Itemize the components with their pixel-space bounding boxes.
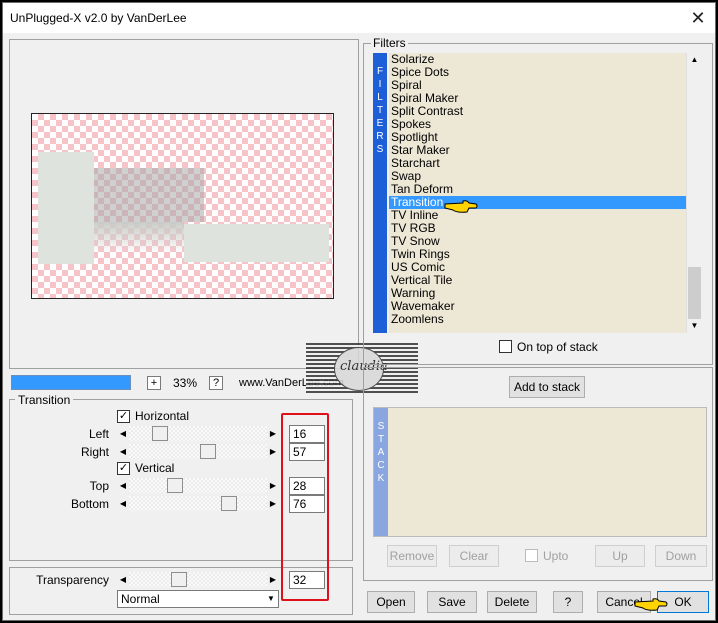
down-button[interactable]: Down [655,545,707,567]
bottom-slider-decrease-icon[interactable]: ◀ [117,496,129,511]
add-to-stack-button[interactable]: Add to stack [509,376,585,398]
transparency-slider[interactable]: ◀ ▶ [117,572,279,587]
stack-list[interactable] [373,407,707,537]
clear-button[interactable]: Clear [449,545,499,567]
right-label: Right [80,445,109,459]
filters-letter: R [376,131,384,142]
top-slider-increase-icon[interactable]: ▶ [267,478,279,493]
upto-label: Upto [543,549,569,563]
pointing-hand-icon [444,200,478,213]
transparency-slider-increase-icon[interactable]: ▶ [267,572,279,587]
plugin-window: UnPlugged-X v2.0 by VanDerLee ✕ + 33% ? … [2,2,716,621]
filters-scrollbar[interactable]: ▲ ▼ [686,53,702,333]
top-slider-track[interactable] [129,478,267,493]
left-slider[interactable]: ◀ ▶ [117,426,279,441]
zoom-level: 33% [173,376,198,390]
bottom-slider-thumb[interactable] [221,496,237,511]
horizontal-checkbox[interactable]: ✓ [117,410,130,423]
top-slider-thumb[interactable] [167,478,183,493]
filters-letter: S [376,144,384,155]
left-label: Left [88,427,109,441]
filters-letter: L [377,92,383,103]
left-slider-thumb[interactable] [152,426,168,441]
filter-item[interactable]: Zoomlens [389,313,686,326]
filters-letter: F [376,66,384,77]
filters-list[interactable]: Solarize Spice Dots Spiral Spiral Maker … [389,53,686,333]
bottom-label: Bottom [70,497,109,511]
preview-shadow-block [94,168,204,222]
bottom-slider-track[interactable] [129,496,267,511]
transparency-label: Transparency [36,573,109,587]
filter-item[interactable]: Starchart [389,157,686,170]
right-slider-track[interactable] [129,444,267,459]
on-top-of-stack-checkbox[interactable] [499,340,512,353]
scroll-up-icon[interactable]: ▲ [687,53,702,67]
window-title: UnPlugged-X v2.0 by VanDerLee [10,11,187,25]
stack-letter: K [377,473,385,484]
delete-button[interactable]: Delete [487,591,537,613]
preview-fade-block [94,222,184,252]
pointing-hand-icon [634,598,668,611]
stack-letter: C [377,460,385,471]
filters-scroll-thumb[interactable] [688,267,701,319]
stack-side-bar: S T A C K [374,408,388,536]
top-slider[interactable]: ◀ ▶ [117,478,279,493]
open-button[interactable]: Open [367,591,415,613]
preview-right-block [184,224,329,262]
right-slider-thumb[interactable] [200,444,216,459]
horizontal-label: Horizontal [135,409,190,423]
stack-letter: A [377,447,385,458]
top-label: Top [89,479,109,493]
bottom-slider[interactable]: ◀ ▶ [117,496,279,511]
bottom-slider-increase-icon[interactable]: ▶ [267,496,279,511]
blend-mode-select[interactable]: Normal ▼ [117,590,279,608]
chevron-down-icon[interactable]: ▼ [264,591,278,607]
filters-group-label: Filters [371,36,408,50]
on-top-of-stack-label: On top of stack [517,340,598,354]
right-slider-increase-icon[interactable]: ▶ [267,444,279,459]
left-slider-track[interactable] [129,426,267,441]
remove-button[interactable]: Remove [387,545,437,567]
vertical-label: Vertical [135,461,175,475]
help-button[interactable]: ? [553,591,583,613]
transparency-slider-track[interactable] [129,572,267,587]
stack-letter: T [377,434,385,445]
right-slider[interactable]: ◀ ▶ [117,444,279,459]
save-button[interactable]: Save [427,591,477,613]
zoom-in-button[interactable]: + [147,376,161,390]
left-slider-decrease-icon[interactable]: ◀ [117,426,129,441]
top-slider-decrease-icon[interactable]: ◀ [117,478,129,493]
up-button[interactable]: Up [595,545,645,567]
zoom-out-button[interactable]: ? [209,376,223,390]
blend-mode-value: Normal [121,592,160,606]
progress-bar [11,375,131,390]
close-icon[interactable]: ✕ [687,7,709,29]
upto-checkbox[interactable] [525,549,538,562]
stack-letter: S [377,421,385,432]
scroll-down-icon[interactable]: ▼ [687,319,702,333]
vertical-checkbox[interactable]: ✓ [117,462,130,475]
right-slider-decrease-icon[interactable]: ◀ [117,444,129,459]
transparency-slider-decrease-icon[interactable]: ◀ [117,572,129,587]
filters-letter: T [376,105,384,116]
filter-item[interactable]: Spice Dots [389,66,686,79]
preview-canvas[interactable] [31,113,334,299]
filters-letter: I [378,79,382,90]
transparency-slider-thumb[interactable] [171,572,187,587]
value-highlight-box [281,413,329,601]
transition-group-label: Transition [15,393,74,407]
filters-side-bar: F I L T E R S [373,53,387,333]
filters-letter: E [376,118,384,129]
filter-item[interactable]: Split Contrast [389,105,686,118]
title-bar: UnPlugged-X v2.0 by VanDerLee ✕ [3,3,715,33]
left-slider-increase-icon[interactable]: ▶ [267,426,279,441]
preview-left-block [38,152,94,264]
